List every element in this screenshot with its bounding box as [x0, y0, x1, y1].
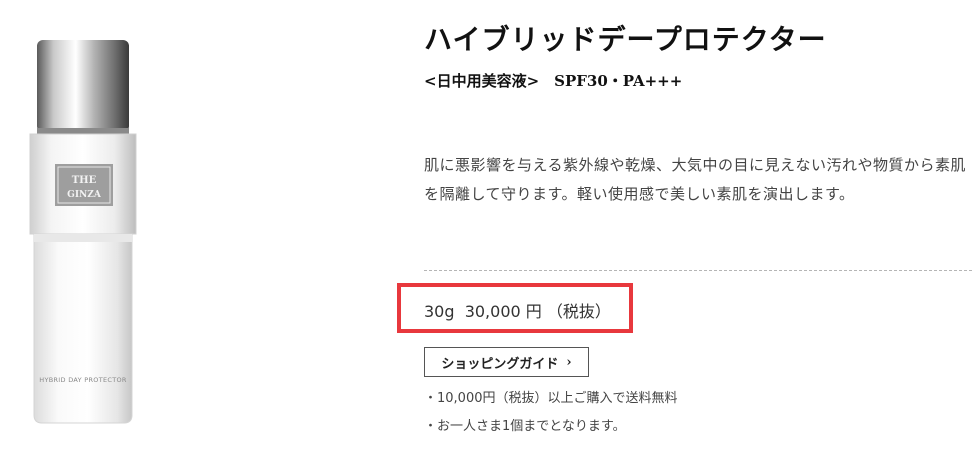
product-bottle-illustration: THE GINZA HYBRID DAY PROTECTOR [29, 40, 137, 424]
product-price: 30g 30,000 円 （税抜） [424, 302, 611, 321]
bottle-cap [37, 40, 129, 132]
shopping-guide-label: ショッピングガイド [441, 356, 559, 372]
chevron-right-icon: › [566, 354, 572, 370]
svg-text:THE: THE [72, 175, 97, 186]
shipping-note: ・10,000円（税抜）以上ご購入で送料無料 [424, 391, 678, 406]
shopping-guide-button[interactable]: ショッピングガイド › [424, 347, 589, 377]
product-image: THE GINZA HYBRID DAY PROTECTOR [20, 30, 150, 430]
bottle-lower-body [33, 233, 133, 424]
divider [424, 270, 972, 271]
product-description: 肌に悪影響を与える紫外線や乾燥、大気中の目に見えない汚れや物質から素肌を隔離して… [424, 156, 967, 203]
product-title: ハイブリッドデープロテクター [424, 23, 827, 56]
limit-note: ・お一人さま1個までとなります。 [424, 419, 626, 434]
bottle-label: HYBRID DAY PROTECTOR [39, 376, 127, 384]
svg-text:GINZA: GINZA [67, 190, 102, 200]
product-subtitle: <日中用美容液> SPF30・PA+++ [424, 72, 683, 90]
